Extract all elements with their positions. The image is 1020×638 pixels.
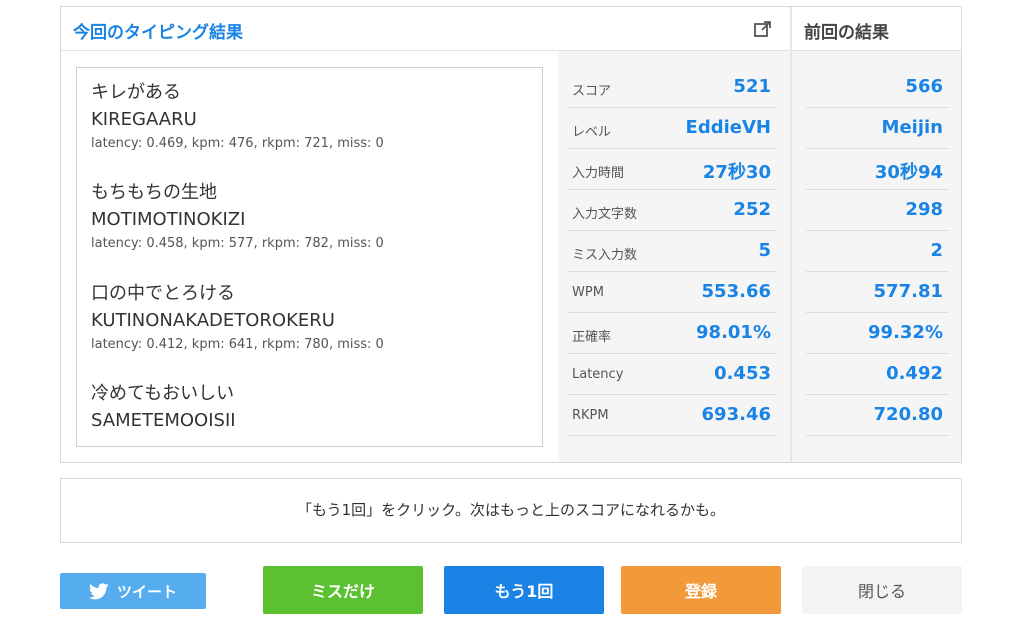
word-stats: latency: 0.458, kpm: 577, rkpm: 782, mis… (91, 236, 384, 251)
stat-label: 入力文字数 (572, 207, 638, 222)
prev-stat-value: 577.81 (873, 281, 943, 302)
word-stats: latency: 0.469, kpm: 476, rkpm: 721, mis… (91, 136, 384, 151)
stat-value: EddieVH (685, 117, 771, 138)
prev-stat-row-char-count: 298 (806, 190, 949, 231)
prev-stat-row-wpm: 577.81 (806, 272, 949, 313)
stat-value: 98.01% (696, 322, 771, 343)
retry-button[interactable]: もう1回 (444, 566, 604, 614)
prev-stat-value: 99.32% (868, 322, 943, 343)
stat-value: 5 (758, 240, 771, 261)
typing-result-panel: 今回のタイピング結果 前回の結果 キレがある KIREGAARU latency… (60, 6, 962, 463)
typed-words-list[interactable]: キレがある KIREGAARU latency: 0.469, kpm: 476… (76, 67, 543, 447)
list-item: キレがある KIREGAARU latency: 0.469, kpm: 476… (91, 80, 384, 154)
prev-stat-value: 566 (905, 76, 943, 97)
register-button[interactable]: 登録 (621, 566, 781, 614)
current-stats-column: スコア 521 レベル EddieVH 入力時間 27秒30 入力文字数 252… (558, 51, 790, 462)
prev-stat-value: 2 (930, 240, 943, 261)
current-result-title: 今回のタイピング結果 (73, 23, 243, 43)
external-link-icon[interactable] (753, 19, 773, 39)
prev-stat-row-miss-count: 2 (806, 231, 949, 272)
stat-row-level: レベル EddieVH (568, 108, 777, 149)
word-romaji: KUTINONAKADETOROKERU (91, 310, 335, 331)
prev-stat-value: Meijin (881, 117, 943, 138)
prev-stat-row-latency: 0.492 (806, 354, 949, 395)
stat-label: WPM (572, 285, 604, 300)
stat-row-score: スコア 521 (568, 67, 777, 108)
stat-value: 0.453 (714, 363, 771, 384)
stat-row-input-time: 入力時間 27秒30 (568, 149, 777, 190)
stat-row-char-count: 入力文字数 252 (568, 190, 777, 231)
stat-label: 正確率 (572, 330, 612, 345)
current-result-header: 今回のタイピング結果 (61, 7, 791, 51)
word-japanese: 冷めてもおいしい (91, 383, 235, 404)
stat-row-accuracy: 正確率 98.01% (568, 313, 777, 354)
word-romaji: SAMETEMOOISII (91, 410, 236, 431)
twitter-bird-icon (88, 582, 109, 599)
stat-value: 553.66 (701, 281, 771, 302)
list-item: 口の中でとろける KUTINONAKADETOROKERU latency: 0… (91, 281, 384, 355)
list-item: 冷めてもおいしい SAMETEMOOISII (91, 381, 236, 446)
previous-result-header: 前回の結果 (792, 7, 961, 51)
stat-value: 252 (733, 199, 771, 220)
word-stats (91, 435, 236, 446)
hint-message: 「もう1回」をクリック。次はもっと上のスコアになれるかも。 (60, 478, 962, 543)
word-romaji: MOTIMOTINOKIZI (91, 209, 246, 230)
prev-stat-value: 720.80 (873, 404, 943, 425)
stat-label: スコア (572, 84, 612, 99)
prev-stat-row-input-time: 30秒94 (806, 149, 949, 190)
prev-stat-value: 0.492 (886, 363, 943, 384)
word-stats: latency: 0.412, kpm: 641, rkpm: 780, mis… (91, 337, 384, 352)
prev-stat-value: 30秒94 (874, 162, 943, 183)
stat-value: 693.46 (701, 404, 771, 425)
prev-stat-row-score: 566 (806, 67, 949, 108)
word-japanese: 口の中でとろける (91, 283, 235, 304)
word-japanese: もちもちの生地 (91, 182, 217, 203)
prev-stat-row-level: Meijin (806, 108, 949, 149)
prev-stat-value: 298 (905, 199, 943, 220)
word-romaji: KIREGAARU (91, 109, 197, 130)
previous-stats-column: 566 Meijin 30秒94 298 2 577.81 99.32% 0.4… (792, 51, 961, 462)
stat-row-latency: Latency 0.453 (568, 354, 777, 395)
stat-label: Latency (572, 367, 624, 382)
list-item: もちもちの生地 MOTIMOTINOKIZI latency: 0.458, k… (91, 180, 384, 254)
stat-label: ミス入力数 (572, 248, 638, 263)
stat-label: レベル (572, 125, 612, 140)
tweet-button[interactable]: ツイート (60, 573, 206, 609)
stat-row-miss-count: ミス入力数 5 (568, 231, 777, 272)
stat-row-rkpm: RKPM 693.46 (568, 395, 777, 436)
close-button[interactable]: 閉じる (802, 566, 962, 614)
word-japanese: キレがある (91, 82, 181, 103)
miss-only-button[interactable]: ミスだけ (263, 566, 423, 614)
stat-label: 入力時間 (572, 166, 625, 181)
tweet-label: ツイート (116, 582, 177, 601)
previous-result-title: 前回の結果 (804, 23, 889, 43)
stat-value: 27秒30 (702, 162, 771, 183)
prev-stat-row-accuracy: 99.32% (806, 313, 949, 354)
stat-value: 521 (733, 76, 771, 97)
prev-stat-row-rkpm: 720.80 (806, 395, 949, 436)
stat-row-wpm: WPM 553.66 (568, 272, 777, 313)
stat-label: RKPM (572, 408, 609, 423)
